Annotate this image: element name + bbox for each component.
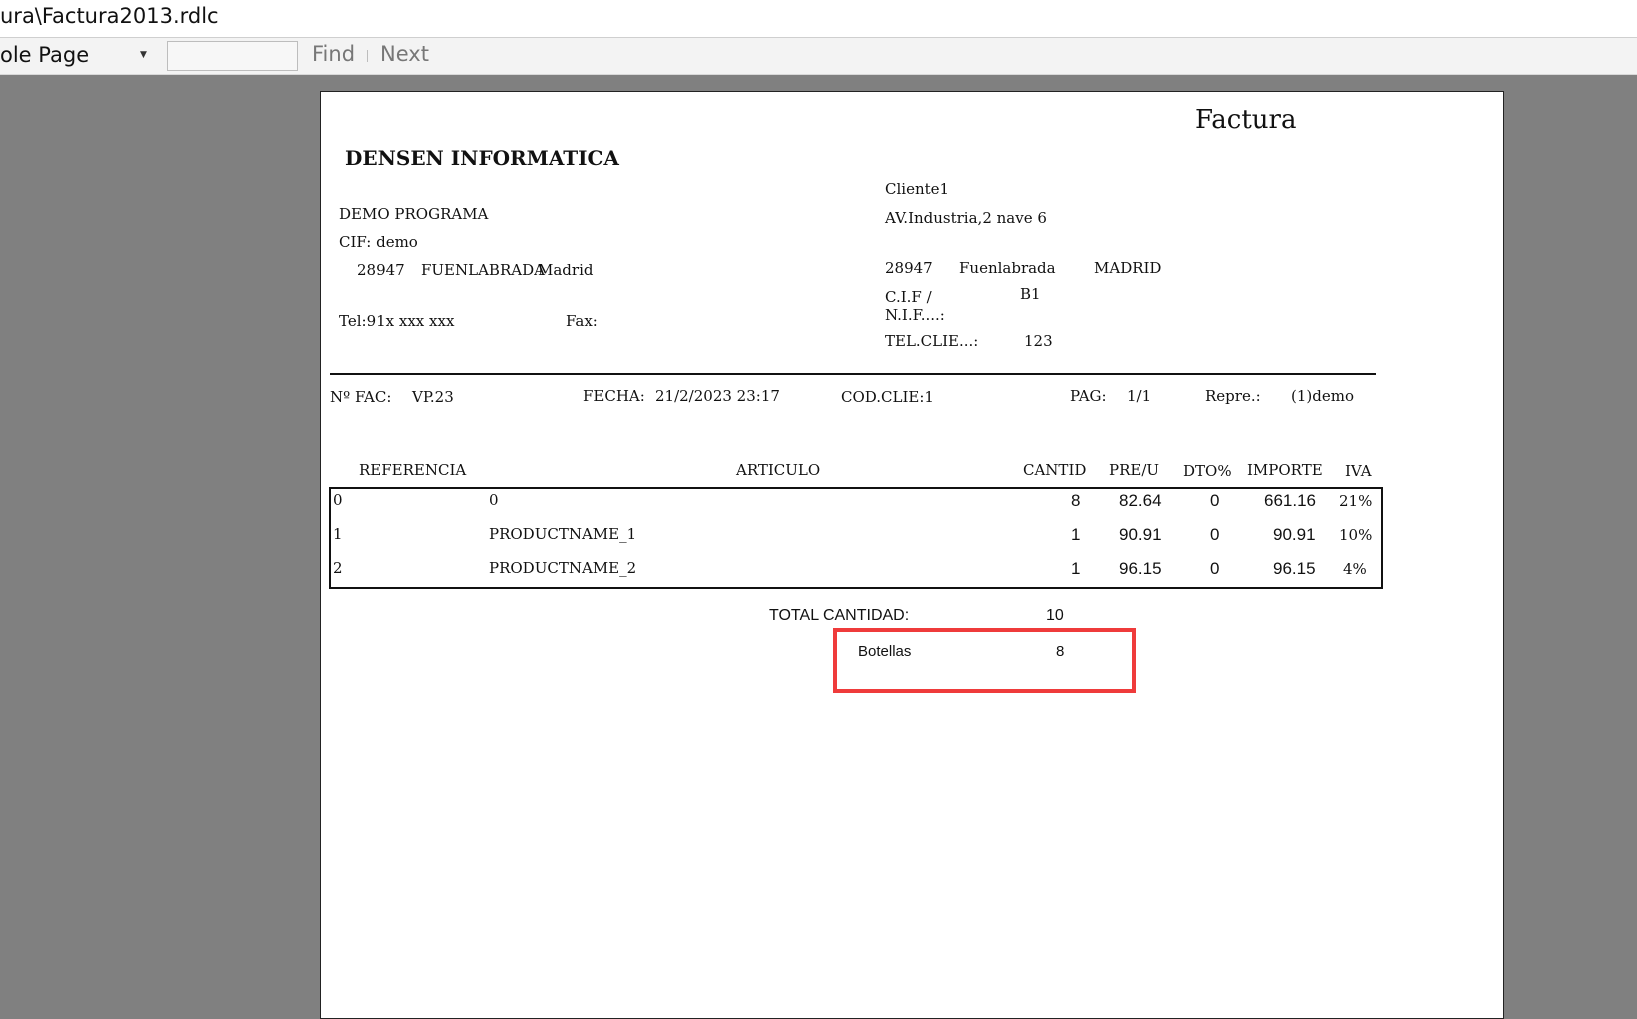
- table-row-iva: 21%: [1339, 492, 1373, 510]
- table-row-cantid: 1: [1071, 559, 1081, 578]
- table-row-dto: 0: [1210, 559, 1220, 578]
- report-toolbar: ole Page ▼ Find Next: [0, 38, 1637, 75]
- next-button[interactable]: Next: [380, 42, 429, 66]
- client-nif-label: N.I.F....:: [885, 306, 945, 324]
- table-row-preu: 82.64: [1119, 491, 1162, 510]
- total-quantity-value: 10: [1046, 607, 1064, 624]
- botellas-value: 8: [1056, 643, 1065, 660]
- representative-value: (1)demo: [1291, 387, 1354, 405]
- company-cif: CIF: demo: [339, 233, 418, 251]
- window-title: ura\Factura2013.rdlc: [0, 4, 219, 28]
- invoice-date-label: FECHA:: [583, 387, 645, 405]
- window-titlebar: ura\Factura2013.rdlc: [0, 0, 1637, 38]
- find-button[interactable]: Find: [312, 42, 355, 66]
- table-row-preu: 90.91: [1119, 525, 1162, 544]
- company-tel: Tel:91x xxx xxx: [339, 312, 455, 330]
- invoice-number-value: VP.23: [412, 388, 454, 406]
- invoice-page: Factura DENSEN INFORMATICA DEMO PROGRAMA…: [320, 91, 1504, 1019]
- company-name: DENSEN INFORMATICA: [345, 146, 619, 170]
- table-row-dto: 0: [1210, 525, 1220, 544]
- table-row-preu: 96.15: [1119, 559, 1162, 578]
- highlight-box: [833, 628, 1136, 693]
- table-row-cantid: 8: [1071, 491, 1081, 510]
- invoice-date-value: 21/2/2023 23:17: [655, 387, 780, 405]
- table-row-iva: 10%: [1339, 526, 1373, 544]
- column-header-cantid: CANTID: [1023, 461, 1087, 479]
- client-cif-label: C.I.F /: [885, 288, 932, 306]
- company-province: Madrid: [538, 261, 594, 279]
- table-row-dto: 0: [1210, 491, 1220, 510]
- company-fax: Fax:: [566, 312, 598, 330]
- table-row-articulo: PRODUCTNAME_1: [489, 525, 637, 543]
- client-postal: 28947: [885, 259, 933, 277]
- table-row-iva: 4%: [1343, 560, 1367, 578]
- column-header-importe: IMPORTE: [1247, 461, 1323, 479]
- column-header-articulo: ARTICULO: [736, 461, 821, 479]
- invoice-number-label: Nº FAC:: [330, 388, 392, 406]
- table-row-ref: 1: [333, 525, 343, 543]
- client-city: Fuenlabrada: [959, 259, 1056, 277]
- column-header-dto: DTO%: [1183, 462, 1232, 480]
- client-address: AV.Industria,2 nave 6: [885, 209, 1047, 227]
- items-table: [329, 487, 1383, 589]
- table-row-ref: 0: [333, 491, 343, 509]
- table-row-ref: 2: [333, 559, 343, 577]
- toolbar-separator: [367, 50, 368, 62]
- table-row-cantid: 1: [1071, 525, 1081, 544]
- table-row-importe: 90.91: [1273, 525, 1316, 544]
- invoice-title: Factura: [1195, 105, 1297, 135]
- column-header-iva: IVA: [1345, 462, 1372, 480]
- client-tel-label: TEL.CLIE...:: [885, 332, 979, 350]
- client-cif-value: B1: [1020, 285, 1041, 303]
- client-name: Cliente1: [885, 180, 950, 198]
- search-input[interactable]: [167, 41, 298, 71]
- client-province: MADRID: [1094, 259, 1162, 277]
- total-quantity-label: TOTAL CANTIDAD:: [769, 607, 910, 624]
- view-mode-dropdown[interactable]: ole Page ▼: [0, 43, 152, 69]
- column-header-referencia: REFERENCIA: [359, 461, 467, 479]
- company-postal: 28947: [357, 261, 405, 279]
- company-line1: DEMO PROGRAMA: [339, 205, 489, 223]
- table-row-importe: 661.16: [1264, 491, 1316, 510]
- botellas-label: Botellas: [858, 643, 912, 660]
- view-mode-value: ole Page: [0, 43, 90, 67]
- table-row-articulo: PRODUCTNAME_2: [489, 559, 637, 577]
- table-row-articulo: 0: [489, 491, 499, 509]
- page-label: PAG:: [1070, 387, 1107, 405]
- page-value: 1/1: [1127, 387, 1152, 405]
- representative-label: Repre.:: [1205, 387, 1261, 405]
- table-row-importe: 96.15: [1273, 559, 1316, 578]
- column-header-preu: PRE/U: [1109, 461, 1160, 479]
- client-code: COD.CLIE:1: [841, 388, 934, 406]
- client-tel-value: 123: [1024, 332, 1053, 350]
- chevron-down-icon[interactable]: ▼: [140, 50, 147, 60]
- header-divider: [330, 373, 1376, 375]
- company-city: FUENLABRADA: [421, 261, 545, 279]
